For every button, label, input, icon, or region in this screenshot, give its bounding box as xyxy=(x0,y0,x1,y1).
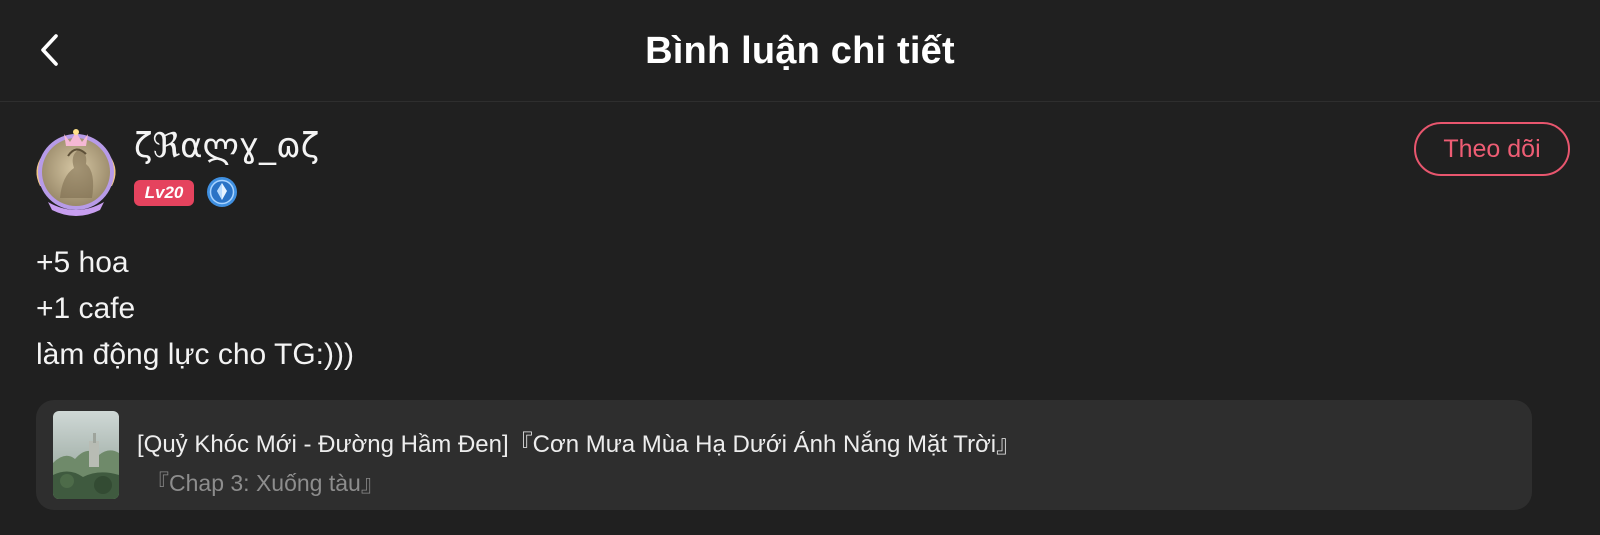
comment-line: +1 cafe xyxy=(36,292,136,325)
diamond-badge-icon xyxy=(206,176,238,208)
chapter-label: 『Chap 3: Xuống tàu』 xyxy=(146,470,384,496)
comment-author: ζℜαლɣ_ɷζ Lv20 Theo dõi xyxy=(30,122,1570,222)
username[interactable]: ζℜαლɣ_ɷζ xyxy=(134,126,319,166)
avatar-frame-image xyxy=(36,129,116,216)
level-badge: Lv20 xyxy=(134,180,194,206)
story-cover-thumbnail xyxy=(53,411,119,499)
comment-line: +5 hoa xyxy=(36,246,129,279)
story-reference-card[interactable]: [Quỷ Khóc Mới - Đường Hầm Đen]『Cơn Mưa M… xyxy=(36,400,1532,510)
top-bar: Bình luận chi tiết xyxy=(0,0,1600,102)
comment-line: làm động lực cho TG:))) xyxy=(36,338,354,371)
story-title: [Quỷ Khóc Mới - Đường Hầm Đen]『Cơn Mưa M… xyxy=(137,431,1021,458)
comment-body: +5 hoa +1 cafe làm động lực cho TG:))) xyxy=(36,240,354,378)
avatar[interactable] xyxy=(30,126,122,218)
follow-button[interactable]: Theo dõi xyxy=(1414,122,1570,176)
page-title: Bình luận chi tiết xyxy=(645,30,955,72)
